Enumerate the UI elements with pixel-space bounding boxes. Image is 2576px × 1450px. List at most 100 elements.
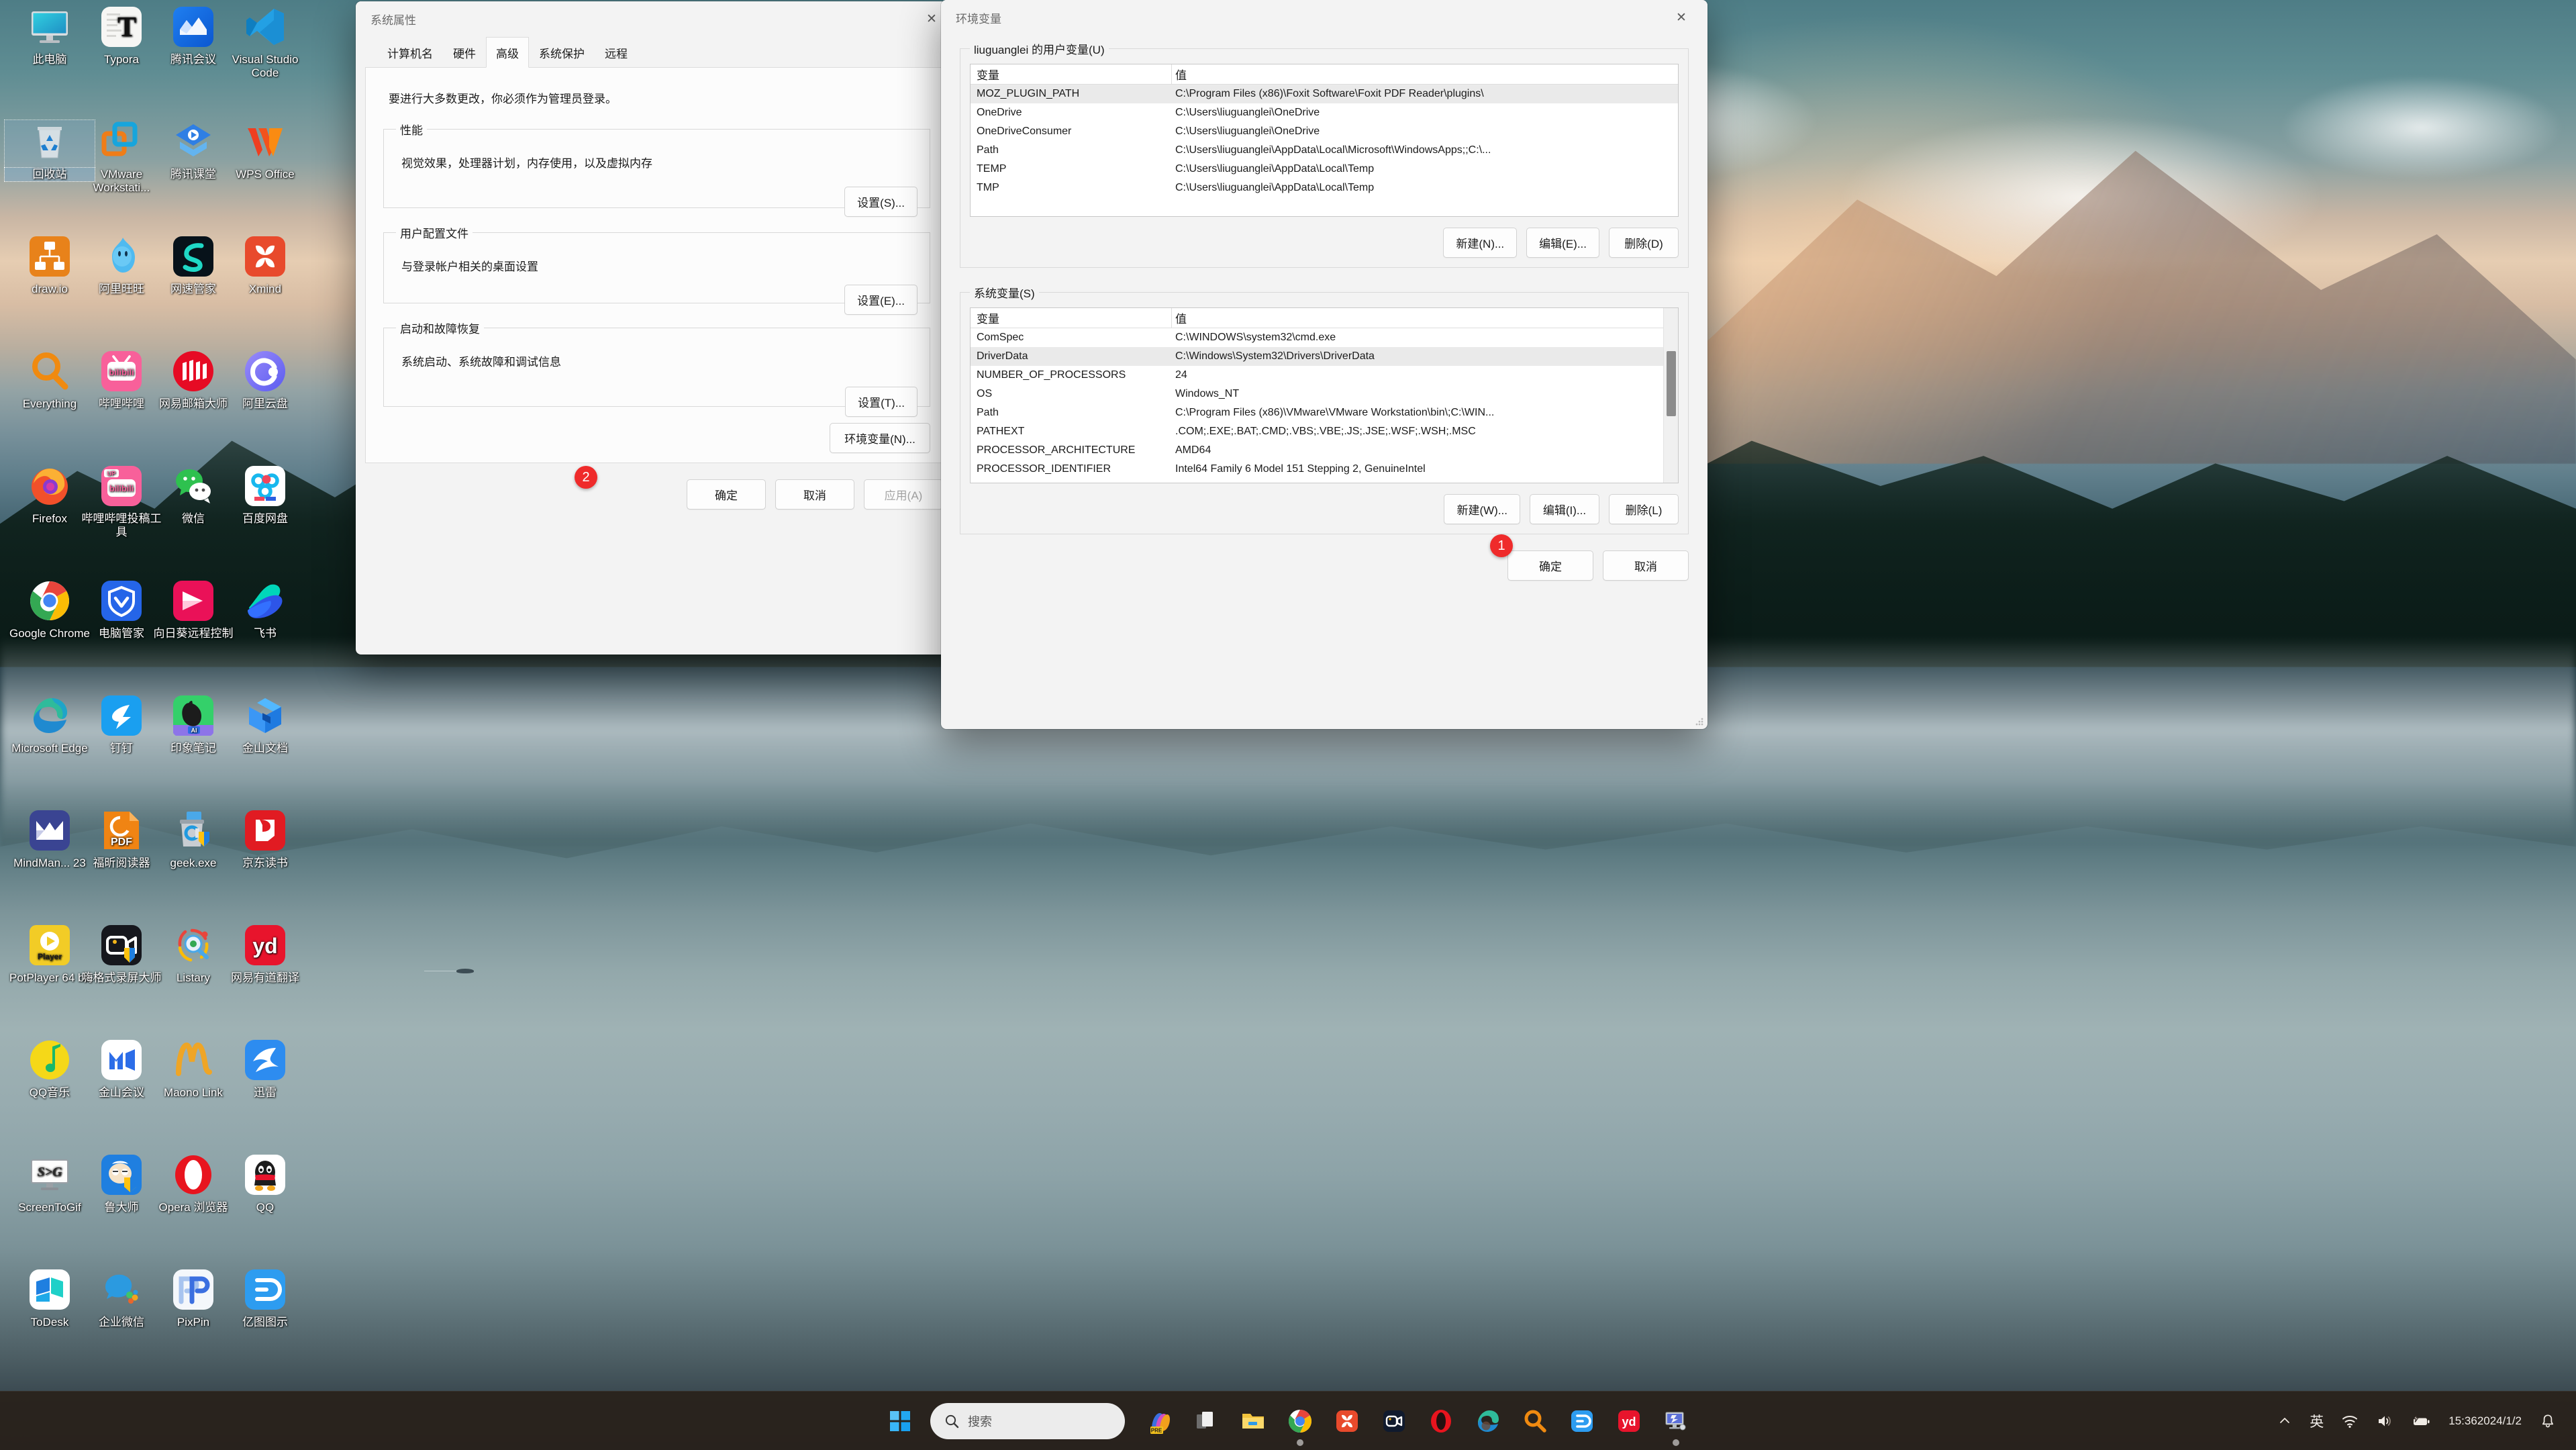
user-profiles-group: 用户配置文件 与登录帐户相关的桌面设置 设置(E)... [383, 224, 930, 315]
taskbar-button-file-explorer[interactable] [1234, 1402, 1273, 1441]
variable-name: PATHEXT [977, 426, 1025, 437]
table-row[interactable]: PATHEXT .COM;.EXE;.BAT;.CMD;.VBS;.VBE;.JS… [971, 422, 1678, 441]
table-row[interactable]: ComSpec C:\WINDOWS\system32\cmd.exe [971, 328, 1678, 347]
taskbar-search-box[interactable]: 搜索 [930, 1402, 1125, 1439]
table-row[interactable]: Path C:\Users\liuguanglei\AppData\Local\M… [971, 141, 1678, 160]
startup-recovery-settings-button[interactable]: 设置(T)... [845, 387, 918, 417]
desktop-icon-jd-read[interactable]: 京东读书 [220, 809, 310, 870]
table-row[interactable]: Path C:\Program Files (x86)\VMware\VMware… [971, 403, 1678, 422]
table-row[interactable]: OS Windows_NT [971, 385, 1678, 403]
table-row[interactable]: NUMBER_OF_PROCESSORS 24 [971, 366, 1678, 385]
desktop-icon-thunder[interactable]: 迅雷 [220, 1038, 310, 1100]
user-edit-button[interactable]: 编辑(E)... [1526, 228, 1599, 258]
table-row[interactable]: TEMP C:\Users\liuguanglei\AppData\Local\T… [971, 160, 1678, 179]
table-row[interactable]: DriverData C:\Windows\System32\Drivers\Dr… [971, 347, 1678, 366]
variable-name: ComSpec [977, 332, 1024, 343]
taskbar-button-task-view[interactable] [1187, 1402, 1226, 1441]
desktop-icon-qq[interactable]: QQ [220, 1153, 310, 1214]
desktop-icon-aliyun-drive[interactable]: 阿里云盘 [220, 350, 310, 411]
variable-name: OS [977, 388, 993, 399]
taskbar-button-edraw[interactable] [1563, 1402, 1601, 1441]
taskbar-center-cluster: 搜索 PRE yd [877, 1402, 1699, 1446]
taskbar-button-everything[interactable] [1516, 1402, 1554, 1441]
user-new-button[interactable]: 新建(N)... [1443, 228, 1518, 258]
table-row[interactable]: OneDriveConsumer C:\Users\liuguanglei\One… [971, 122, 1678, 141]
user-profiles-group-legend: 用户配置文件 [400, 228, 468, 240]
system-variables-scroll-thumb[interactable] [1667, 351, 1676, 416]
user-delete-button[interactable]: 删除(D) [1609, 228, 1679, 258]
user-profiles-settings-button[interactable]: 设置(E)... [844, 285, 918, 315]
system-delete-button[interactable]: 删除(L) [1609, 494, 1679, 524]
tab-1[interactable]: 硬件 [443, 37, 486, 68]
clock-date: 2024/1/2 [2477, 1414, 2522, 1427]
system-properties-apply-button[interactable]: 应用(A) [864, 479, 943, 510]
environment-variables-ok-button[interactable]: 确定 [1507, 550, 1593, 581]
start-button[interactable] [881, 1402, 920, 1441]
user-variables-list[interactable]: 变量 值 MOZ_PLUGIN_PATH C:\Program Files (x8… [970, 64, 1679, 217]
taskbar-button-tencent-meeting[interactable] [1375, 1402, 1414, 1441]
foxit-reader-icon: PDF [100, 809, 143, 852]
desktop-icon-youdao-translate[interactable]: yd 网易有道翻译 [220, 924, 310, 985]
user-variables-rows: MOZ_PLUGIN_PATH C:\Program Files (x86)\Fo… [971, 85, 1678, 197]
kingsoft-meeting-icon [100, 1038, 143, 1081]
resize-grip-icon[interactable] [1695, 718, 1703, 726]
desktop-icon-xmind[interactable]: Xmind [220, 235, 310, 296]
taskbar-button-chrome[interactable] [1281, 1402, 1320, 1446]
system-properties-cancel-button[interactable]: 取消 [775, 479, 854, 510]
jd-read-icon [244, 809, 287, 852]
desktop-icon-label: Visual Studio Code [232, 53, 299, 79]
table-row[interactable]: TMP C:\Users\liuguanglei\AppData\Local\Te… [971, 179, 1678, 197]
taskbar-button-xmind[interactable] [1328, 1402, 1367, 1441]
this-pc-icon [28, 5, 71, 48]
wifi-icon[interactable] [2332, 1412, 2367, 1430]
system-variables-legend: 系统变量(S) [974, 287, 1035, 300]
taskbar-search-placeholder: 搜索 [968, 1414, 992, 1429]
system-new-button[interactable]: 新建(W)... [1444, 494, 1520, 524]
table-row[interactable]: MOZ_PLUGIN_PATH C:\Program Files (x86)\Fo… [971, 85, 1678, 103]
system-tray: 英 15:36 2024/1/2 [2269, 1411, 2565, 1431]
taskbar: 搜索 PRE yd 英 15:36 2024/1/2 [0, 1391, 2576, 1450]
volume-icon[interactable] [2367, 1412, 2402, 1430]
system-variables-list[interactable]: 变量 值 ComSpec C:\WINDOWS\system32\cmd.exe D… [970, 307, 1679, 483]
bell-icon[interactable] [2530, 1412, 2565, 1430]
table-row[interactable]: OneDrive C:\Users\liuguanglei\OneDrive [971, 103, 1678, 122]
desktop-icon-edraw[interactable]: 亿图图示 [220, 1268, 310, 1329]
qq-icon [244, 1153, 287, 1196]
tray-chevron-up-icon[interactable] [2269, 1414, 2301, 1429]
battery-charging-icon[interactable] [2402, 1412, 2440, 1430]
system-properties-ok-button[interactable]: 确定 [687, 479, 766, 510]
tab-4[interactable]: 远程 [595, 37, 638, 68]
tray-ime-indicator[interactable]: 英 [2301, 1411, 2332, 1431]
desktop-icon-feishu[interactable]: 飞书 [220, 579, 310, 640]
system-properties-title: 系统属性 [370, 13, 416, 27]
taskbar-button-system-properties[interactable] [1656, 1402, 1695, 1446]
desktop-icon-wps-office[interactable]: WPS Office [220, 120, 310, 181]
performance-settings-button[interactable]: 设置(S)... [844, 187, 918, 217]
taskbar-button-opera[interactable] [1422, 1402, 1460, 1441]
desktop-icon-label: Xmind [248, 283, 282, 295]
clock-time: 15:36 [2448, 1414, 2477, 1427]
system-variables-scrollbar[interactable] [1663, 308, 1678, 483]
tab-2[interactable]: 高级 [486, 37, 529, 68]
geek-uninstaller-icon [172, 809, 215, 852]
environment-variables-cancel-button[interactable]: 取消 [1603, 550, 1689, 581]
tab-0[interactable]: 计算机名 [377, 37, 443, 68]
desktop-icon-kingsoft-docs[interactable]: 金山文档 [220, 694, 310, 755]
typora-icon: T [100, 5, 143, 48]
taskbar-running-indicator [1297, 1439, 1303, 1446]
table-row[interactable]: PROCESSOR_IDENTIFIER Intel64 Family 6 Mod… [971, 460, 1678, 479]
desktop-icon-baidu-netdisk[interactable]: 百度网盘 [220, 465, 310, 526]
table-row[interactable]: PROCESSOR_ARCHITECTURE AMD64 [971, 441, 1678, 460]
system-edit-button[interactable]: 编辑(I)... [1530, 494, 1599, 524]
environment-variables-title: 环境变量 [956, 12, 1001, 26]
taskbar-button-youdao[interactable]: yd [1609, 1402, 1648, 1441]
taskbar-clock[interactable]: 15:36 2024/1/2 [2440, 1413, 2530, 1429]
desktop-icon-vscode[interactable]: Visual Studio Code [220, 5, 310, 80]
tab-3[interactable]: 系统保护 [529, 37, 595, 68]
bilibili-icon: bilibili [100, 350, 143, 393]
wecom-icon [100, 1268, 143, 1311]
close-icon[interactable]: ✕ [1655, 0, 1707, 35]
taskbar-button-edge[interactable] [1469, 1402, 1507, 1441]
environment-variables-button[interactable]: 环境变量(N)... [830, 423, 930, 453]
taskbar-button-copilot[interactable]: PRE [1140, 1402, 1179, 1441]
